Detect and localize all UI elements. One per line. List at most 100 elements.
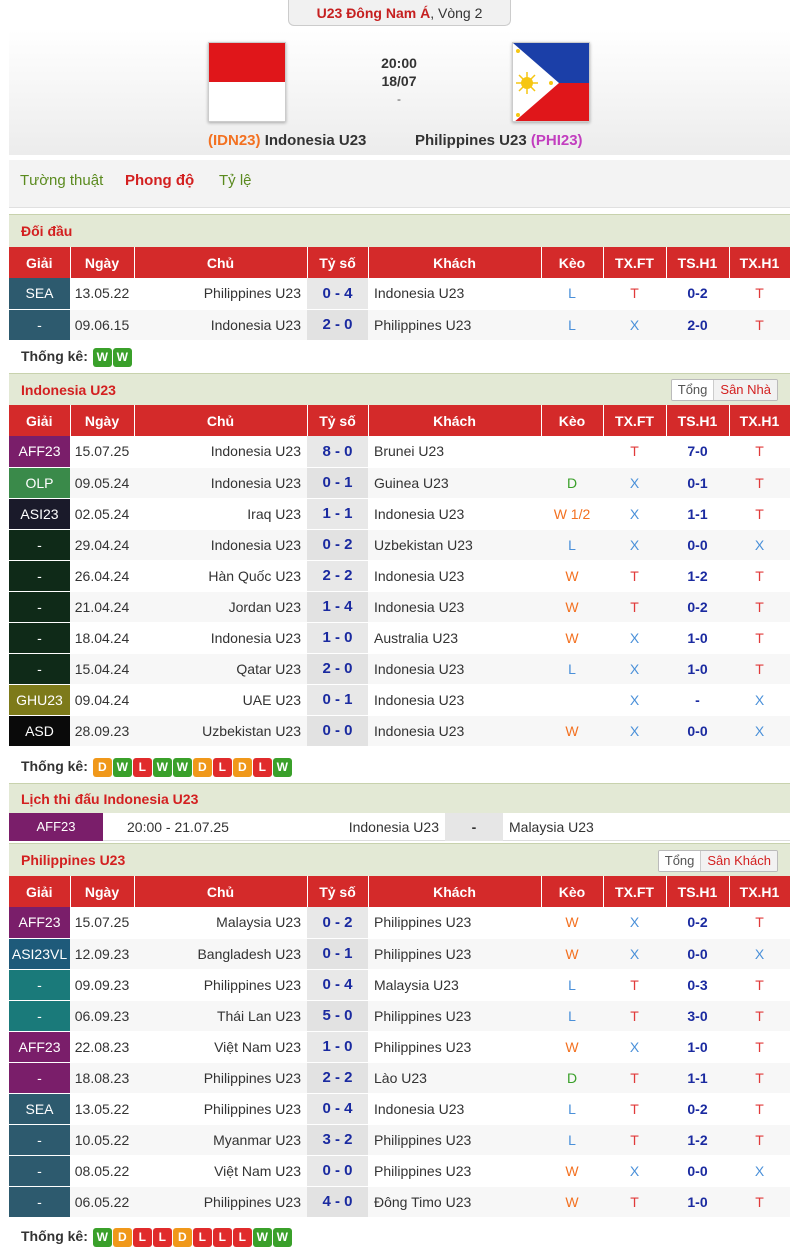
home-team-cell[interactable]: Uzbekistan U23 xyxy=(134,715,307,747)
table-row[interactable]: -08.05.22 Việt Nam U23 0 - 0 Philippines U2… xyxy=(9,1155,790,1187)
score-cell[interactable]: 1 - 1 xyxy=(307,498,368,530)
league-cell[interactable]: - xyxy=(9,1000,70,1032)
fixture-away[interactable]: Malaysia U23 xyxy=(503,813,594,841)
away-team-cell[interactable]: Philippines U23 xyxy=(368,309,541,341)
away-team-cell[interactable]: Indonesia U23 xyxy=(368,591,541,623)
league-cell[interactable]: - xyxy=(9,529,70,561)
philippines-venue-toggle[interactable]: Tổng Sân Khách xyxy=(657,850,778,872)
away-team-cell[interactable]: Philippines U23 xyxy=(368,1000,541,1032)
score-cell[interactable]: 2 - 0 xyxy=(307,309,368,341)
away-team-cell[interactable]: Philippines U23 xyxy=(368,938,541,970)
league-cell[interactable]: - xyxy=(9,622,70,654)
score-cell[interactable]: 0 - 1 xyxy=(307,467,368,499)
table-row[interactable]: -18.08.23 Philippines U23 2 - 2 Lào U23 D T 1-… xyxy=(9,1062,790,1094)
score-cell[interactable]: 0 - 1 xyxy=(307,684,368,716)
league-cell[interactable]: AFF23 xyxy=(9,436,70,468)
home-team-cell[interactable]: Philippines U23 xyxy=(134,1093,307,1125)
away-team-cell[interactable]: Philippines U23 xyxy=(368,1155,541,1187)
score-cell[interactable]: 2 - 2 xyxy=(307,1062,368,1094)
table-row[interactable]: -06.05.22 Philippines U23 4 - 0 Đông Timo U… xyxy=(9,1186,790,1218)
toggle-home[interactable]: Sân Nhà xyxy=(713,380,777,400)
table-row[interactable]: GHU23 09.04.24 UAE U23 0 - 1 Indonesia U23 X -… xyxy=(9,684,790,716)
away-team-cell[interactable]: Philippines U23 xyxy=(368,907,541,939)
table-row[interactable]: SEA 13.05.22 Philippines U23 0 - 4 Indonesia… xyxy=(9,278,790,310)
tab-form[interactable]: Phong độ xyxy=(125,172,194,189)
table-row[interactable]: ASI23 02.05.24 Iraq U23 1 - 1 Indonesia U23 W… xyxy=(9,498,790,530)
away-team-cell[interactable]: Đông Timo U23 xyxy=(368,1186,541,1218)
table-row[interactable]: ASI23VL 12.09.23 Bangladesh U23 0 - 1 Philip… xyxy=(9,938,790,970)
home-team-cell[interactable]: Philippines U23 xyxy=(134,1062,307,1094)
home-team-cell[interactable]: Hàn Quốc U23 xyxy=(134,560,307,592)
away-team-cell[interactable]: Guinea U23 xyxy=(368,467,541,499)
home-team-cell[interactable]: Indonesia U23 xyxy=(134,622,307,654)
table-row[interactable]: -26.04.24 Hàn Quốc U23 2 - 2 Indonesia U23 W… xyxy=(9,560,790,592)
score-cell[interactable]: 1 - 4 xyxy=(307,591,368,623)
home-team-cell[interactable]: Indonesia U23 xyxy=(134,436,307,468)
away-team-cell[interactable]: Philippines U23 xyxy=(368,1124,541,1156)
away-team-cell[interactable]: Uzbekistan U23 xyxy=(368,529,541,561)
home-team-cell[interactable]: Việt Nam U23 xyxy=(134,1031,307,1063)
home-team-cell[interactable]: Philippines U23 xyxy=(134,1186,307,1218)
league-cell[interactable]: - xyxy=(9,309,70,341)
league-cell[interactable]: ASI23 xyxy=(9,498,70,530)
score-cell[interactable]: 2 - 0 xyxy=(307,653,368,685)
score-cell[interactable]: 2 - 2 xyxy=(307,560,368,592)
tab-commentary[interactable]: Tường thuật xyxy=(20,172,103,189)
home-team-cell[interactable]: Iraq U23 xyxy=(134,498,307,530)
table-row[interactable]: -18.04.24 Indonesia U23 1 - 0 Australia U23… xyxy=(9,622,790,654)
home-team-cell[interactable]: Myanmar U23 xyxy=(134,1124,307,1156)
fixture-league[interactable]: AFF23 xyxy=(9,813,103,841)
league-cell[interactable]: - xyxy=(9,560,70,592)
home-team-name[interactable]: (IDN23) Indonesia U23 xyxy=(208,132,366,149)
philippines-flag-icon[interactable] xyxy=(512,42,590,122)
home-team-cell[interactable]: Qatar U23 xyxy=(134,653,307,685)
league-cell[interactable]: - xyxy=(9,1155,70,1187)
away-team-cell[interactable]: Indonesia U23 xyxy=(368,1093,541,1125)
score-cell[interactable]: 0 - 2 xyxy=(307,907,368,939)
league-cell[interactable]: SEA xyxy=(9,278,70,310)
score-cell[interactable]: 8 - 0 xyxy=(307,436,368,468)
league-cell[interactable]: AFF23 xyxy=(9,907,70,939)
home-team-cell[interactable]: Bangladesh U23 xyxy=(134,938,307,970)
home-team-cell[interactable]: Thái Lan U23 xyxy=(134,1000,307,1032)
away-team-cell[interactable]: Indonesia U23 xyxy=(368,684,541,716)
table-row[interactable]: -06.09.23 Thái Lan U23 5 - 0 Philippines U2… xyxy=(9,1000,790,1032)
score-cell[interactable]: 5 - 0 xyxy=(307,1000,368,1032)
score-cell[interactable]: 0 - 0 xyxy=(307,1155,368,1187)
league-cell[interactable]: SEA xyxy=(9,1093,70,1125)
home-team-cell[interactable]: Jordan U23 xyxy=(134,591,307,623)
toggle-total[interactable]: Tổng xyxy=(671,380,714,400)
table-row[interactable]: ASD 28.09.23 Uzbekistan U23 0 - 0 Indonesia … xyxy=(9,715,790,747)
score-cell[interactable]: 0 - 0 xyxy=(307,715,368,747)
indonesia-venue-toggle[interactable]: Tổng Sân Nhà xyxy=(670,379,778,401)
toggle-total[interactable]: Tổng xyxy=(658,851,701,871)
away-team-cell[interactable]: Indonesia U23 xyxy=(368,498,541,530)
league-cell[interactable]: - xyxy=(9,1186,70,1218)
away-team-cell[interactable]: Lào U23 xyxy=(368,1062,541,1094)
away-team-cell[interactable]: Malaysia U23 xyxy=(368,969,541,1001)
away-team-cell[interactable]: Indonesia U23 xyxy=(368,715,541,747)
indonesia-flag-icon[interactable] xyxy=(208,42,286,122)
home-team-cell[interactable]: Philippines U23 xyxy=(134,969,307,1001)
score-cell[interactable]: 0 - 4 xyxy=(307,1093,368,1125)
table-row[interactable]: AFF23 15.07.25 Indonesia U23 8 - 0 Brunei U2… xyxy=(9,436,790,468)
league-cell[interactable]: - xyxy=(9,653,70,685)
home-team-cell[interactable]: Việt Nam U23 xyxy=(134,1155,307,1187)
score-cell[interactable]: 0 - 4 xyxy=(307,278,368,310)
table-row[interactable]: -21.04.24 Jordan U23 1 - 4 Indonesia U23 W T 0… xyxy=(9,591,790,623)
league-cell[interactable]: GHU23 xyxy=(9,684,70,716)
score-cell[interactable]: 0 - 1 xyxy=(307,938,368,970)
score-cell[interactable]: 0 - 2 xyxy=(307,529,368,561)
table-row[interactable]: AFF23 15.07.25 Malaysia U23 0 - 2 Philippine… xyxy=(9,907,790,939)
toggle-away[interactable]: Sân Khách xyxy=(700,851,777,871)
away-team-cell[interactable]: Indonesia U23 xyxy=(368,278,541,310)
home-team-cell[interactable]: Indonesia U23 xyxy=(134,529,307,561)
table-row[interactable]: OLP 09.05.24 Indonesia U23 0 - 1 Guinea U23 D… xyxy=(9,467,790,499)
home-team-cell[interactable]: Malaysia U23 xyxy=(134,907,307,939)
table-row[interactable]: -10.05.22 Myanmar U23 3 - 2 Philippines U23… xyxy=(9,1124,790,1156)
away-team-cell[interactable]: Australia U23 xyxy=(368,622,541,654)
home-team-cell[interactable]: Indonesia U23 xyxy=(134,467,307,499)
home-team-cell[interactable]: UAE U23 xyxy=(134,684,307,716)
home-team-cell[interactable]: Philippines U23 xyxy=(134,278,307,310)
league-cell[interactable]: - xyxy=(9,1124,70,1156)
